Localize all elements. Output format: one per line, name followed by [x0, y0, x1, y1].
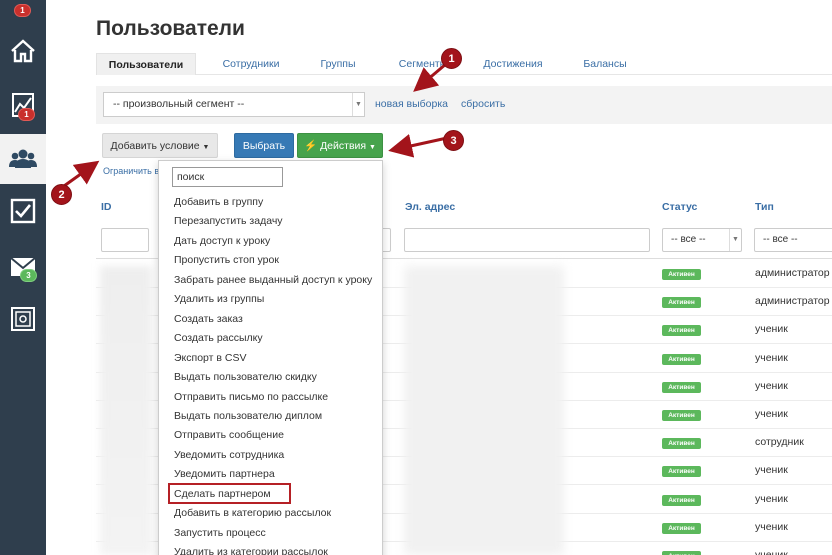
status-badge: Активен: [662, 297, 701, 308]
status-badge: Активен: [662, 495, 701, 506]
tab-achievements[interactable]: Достижения: [480, 53, 546, 75]
tab-groups[interactable]: Группы: [310, 53, 366, 75]
type-cell: ученик: [755, 408, 788, 420]
stats-badge: 1: [18, 108, 35, 121]
column-header-id[interactable]: ID: [101, 201, 112, 213]
segment-select[interactable]: -- произвольный сегмент -- ▼: [103, 92, 365, 117]
tab-balances[interactable]: Балансы: [578, 53, 632, 75]
type-cell: ученик: [755, 352, 788, 364]
dropdown-item[interactable]: Выдать пользователю диплом: [174, 410, 322, 422]
id-filter-input[interactable]: [101, 228, 149, 252]
status-badge: Активен: [662, 325, 701, 336]
safe-icon: [11, 307, 35, 331]
chevron-down-icon: ▼: [352, 93, 364, 116]
dropdown-item[interactable]: Удалить из группы: [174, 293, 264, 305]
dropdown-item[interactable]: Запустить процесс: [174, 527, 266, 539]
status-badge: Активен: [662, 382, 701, 393]
dropdown-item[interactable]: Уведомить сотрудника: [174, 449, 284, 461]
annotation-arrow-2: [63, 160, 100, 188]
status-badge: Активен: [662, 523, 701, 534]
email-filter-input[interactable]: [404, 228, 650, 252]
add-condition-button[interactable]: Добавить условие ▼: [102, 133, 218, 158]
dropdown-item[interactable]: Удалить из категории рассылок: [174, 546, 328, 555]
type-filter-select[interactable]: -- все --: [754, 228, 832, 252]
tab-bar: Пользователи Сотрудники Группы Сегменты …: [96, 53, 832, 75]
dropdown-item[interactable]: Создать заказ: [174, 313, 243, 325]
dropdown-item[interactable]: Дать доступ к уроку: [174, 235, 270, 247]
tasks-icon: [10, 198, 36, 224]
blurred-email-column: [404, 266, 564, 555]
dropdown-item[interactable]: Забрать ранее выданный доступ к уроку: [174, 274, 372, 286]
users-icon: [9, 149, 37, 168]
type-cell: ученик: [755, 323, 788, 335]
caret-down-icon: ▼: [202, 144, 210, 151]
type-cell: ученик: [755, 521, 788, 533]
home-icon: [11, 39, 35, 63]
dropdown-item[interactable]: Создать рассылку: [174, 332, 263, 344]
annotation-marker-1: 1: [441, 48, 462, 69]
sidebar-item-stats[interactable]: [0, 80, 46, 130]
tab-users[interactable]: Пользователи: [96, 53, 196, 75]
caret-down-icon: ▼: [369, 144, 376, 151]
sidebar-item-home[interactable]: [0, 26, 46, 76]
dropdown-search-input[interactable]: поиск: [172, 167, 283, 187]
lightning-icon: ⚡: [304, 140, 318, 152]
chevron-down-icon: ▼: [729, 229, 741, 251]
status-badge: Активен: [662, 269, 701, 280]
status-filter-value: -- все --: [671, 234, 706, 245]
limit-link[interactable]: Ограничить вы: [103, 166, 166, 176]
dropdown-item[interactable]: Отправить письмо по рассылке: [174, 391, 328, 403]
dropdown-item[interactable]: Добавить в группу: [174, 196, 263, 208]
type-cell: ученик: [755, 380, 788, 392]
dropdown-item[interactable]: Пропустить стоп урок: [174, 254, 279, 266]
annotation-arrow-3: [388, 134, 448, 158]
page-title: Пользователи: [96, 17, 245, 40]
reset-link[interactable]: сбросить: [461, 98, 505, 110]
sidebar-item-users[interactable]: [0, 134, 46, 184]
tab-employees[interactable]: Сотрудники: [210, 53, 292, 75]
status-badge: Активен: [662, 354, 701, 365]
annotation-marker-2: 2: [51, 184, 72, 205]
type-cell: администратор: [755, 267, 830, 279]
column-header-email[interactable]: Эл. адрес: [405, 201, 455, 213]
status-filter-select[interactable]: -- все -- ▼: [662, 228, 742, 252]
dropdown-item[interactable]: Выдать пользователю скидку: [174, 371, 317, 383]
status-badge: Активен: [662, 410, 701, 421]
status-badge: Активен: [662, 551, 701, 555]
mail-badge: 3: [20, 269, 37, 282]
actions-label: Действия: [320, 140, 367, 152]
status-badge: Активен: [662, 466, 701, 477]
segment-select-value: -- произвольный сегмент --: [113, 98, 245, 110]
dropdown-item[interactable]: Отправить сообщение: [174, 429, 284, 441]
left-sidebar: 1 1 3: [0, 0, 46, 555]
new-selection-link[interactable]: новая выборка: [375, 98, 448, 110]
sidebar-item-mail[interactable]: [0, 242, 46, 292]
annotation-marker-3: 3: [443, 130, 464, 151]
blurred-id-column: [100, 266, 152, 555]
add-condition-label: Добавить условие: [110, 140, 200, 152]
type-cell: ученик: [755, 464, 788, 476]
status-badge: Активен: [662, 438, 701, 449]
column-header-status[interactable]: Статус: [662, 201, 697, 213]
sidebar-item-tasks[interactable]: [0, 186, 46, 236]
dropdown-item[interactable]: Экспорт в CSV: [174, 352, 246, 364]
column-header-type[interactable]: Тип: [755, 201, 774, 213]
notification-badge: 1: [14, 4, 31, 17]
dropdown-item[interactable]: Добавить в категорию рассылок: [174, 507, 331, 519]
type-cell: ученик: [755, 549, 788, 555]
type-cell: сотрудник: [755, 436, 804, 448]
type-cell: администратор: [755, 295, 830, 307]
type-filter-value: -- все --: [763, 234, 798, 245]
highlight-box: [168, 483, 291, 504]
dropdown-item[interactable]: Уведомить партнера: [174, 468, 275, 480]
choose-button[interactable]: Выбрать: [234, 133, 294, 158]
dropdown-item[interactable]: Перезапустить задачу: [174, 215, 283, 227]
actions-button[interactable]: ⚡ Действия ▼: [297, 133, 383, 158]
sidebar-item-safe[interactable]: [0, 294, 46, 344]
type-cell: ученик: [755, 493, 788, 505]
